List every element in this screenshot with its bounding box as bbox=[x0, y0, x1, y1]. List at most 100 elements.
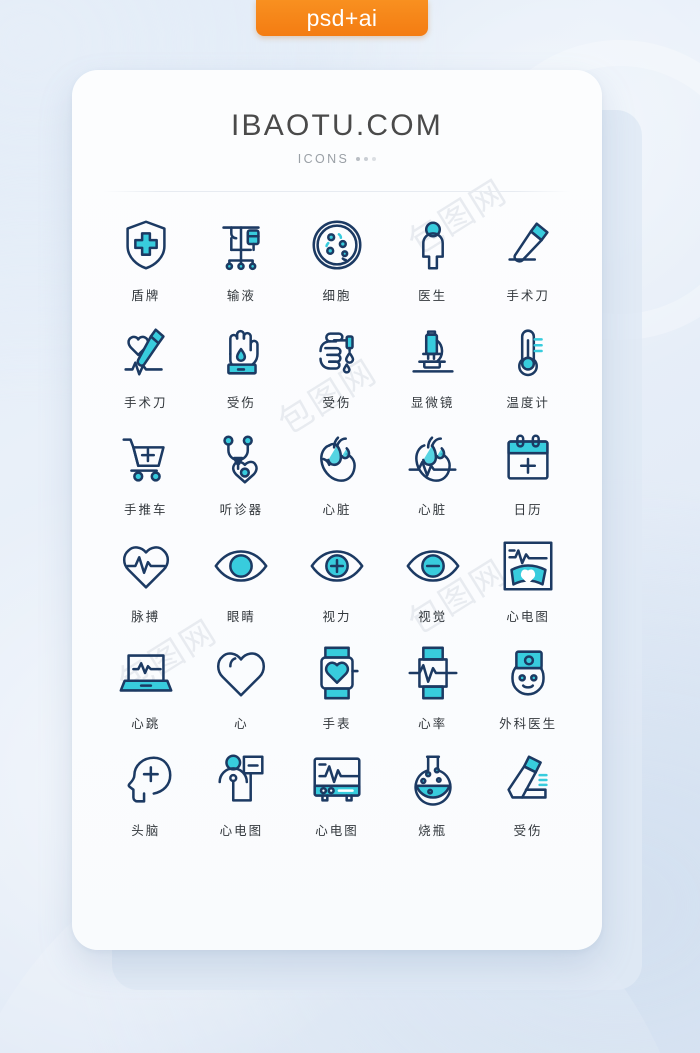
bandaged-hand-icon bbox=[210, 321, 272, 383]
icon-cell-heart-organ-2[interactable]: 心脏 bbox=[385, 428, 481, 518]
icon-cell-cart[interactable]: 手推车 bbox=[98, 428, 194, 518]
icon-label: 心电图 bbox=[506, 609, 550, 624]
icon-label: 心率 bbox=[418, 716, 448, 731]
icon-cell-surgeon[interactable]: 外科医生 bbox=[480, 642, 576, 732]
head-plus-icon bbox=[115, 749, 177, 811]
page-subtitle: ICONS bbox=[297, 152, 350, 166]
icon-label: 听诊器 bbox=[219, 502, 264, 517]
icon-cell-vision-plus[interactable]: 视力 bbox=[289, 535, 385, 625]
stethoscope-heart-icon bbox=[210, 428, 272, 490]
dot-icon bbox=[372, 157, 377, 161]
icon-cell-pulse[interactable]: 脉搏 bbox=[98, 535, 194, 625]
icon-cell-cell[interactable]: 细胞 bbox=[289, 214, 385, 304]
icon-cell-microscope[interactable]: 显微镜 bbox=[385, 321, 481, 411]
icon-label: 烧瓶 bbox=[418, 823, 448, 838]
heart-outline-icon bbox=[210, 642, 272, 704]
page-title: IBAOTU.COM bbox=[230, 109, 443, 142]
thermometer-icon bbox=[497, 321, 559, 383]
heart-organ-icon bbox=[306, 428, 368, 490]
eye-icon bbox=[210, 535, 272, 597]
format-badge-label: psd+ai bbox=[306, 4, 378, 31]
icon-cell-heart[interactable]: 心 bbox=[194, 642, 290, 732]
iv-drip-stand-icon bbox=[210, 214, 272, 276]
shopping-cart-plus-icon bbox=[115, 428, 177, 490]
laptop-ecg-icon bbox=[115, 642, 177, 704]
icon-label: 视觉 bbox=[418, 609, 448, 624]
header-divider bbox=[104, 191, 570, 192]
icon-label: 手术刀 bbox=[506, 288, 550, 303]
icon-cell-eye[interactable]: 眼睛 bbox=[194, 535, 290, 625]
icon-label: 心电图 bbox=[219, 823, 264, 838]
icon-label: 心跳 bbox=[131, 716, 161, 731]
icon-label: 手表 bbox=[322, 716, 352, 731]
icon-cell-watch[interactable]: 手表 bbox=[289, 642, 385, 732]
icon-label: 日历 bbox=[513, 502, 543, 517]
icon-cell-heart-organ-1[interactable]: 心脏 bbox=[289, 428, 385, 518]
icon-label: 盾牌 bbox=[131, 288, 161, 303]
calendar-plus-icon bbox=[497, 428, 559, 490]
icon-label: 心脏 bbox=[418, 502, 448, 517]
icon-label: 受伤 bbox=[226, 395, 256, 410]
icon-cell-heart-rate[interactable]: 心率 bbox=[385, 642, 481, 732]
heart-pulse-icon bbox=[115, 535, 177, 597]
eye-plus-icon bbox=[306, 535, 368, 597]
patient-monitor-icon bbox=[210, 749, 272, 811]
icon-label: 细胞 bbox=[322, 288, 352, 303]
surgeon-face-icon bbox=[497, 642, 559, 704]
microscope-icon bbox=[402, 321, 464, 383]
icon-cell-scalpel[interactable]: 手术刀 bbox=[480, 214, 576, 304]
round-flask-icon bbox=[402, 749, 464, 811]
icon-label: 温度计 bbox=[506, 395, 550, 410]
icon-cell-calendar[interactable]: 日历 bbox=[480, 428, 576, 518]
icon-label: 头脑 bbox=[131, 823, 161, 838]
icon-label: 输液 bbox=[226, 288, 256, 303]
ecg-machine-icon bbox=[306, 749, 368, 811]
person-doctor-icon bbox=[402, 214, 464, 276]
bleeding-finger-icon bbox=[306, 321, 368, 383]
icon-cell-scalpel-heart[interactable]: 手术刀 bbox=[98, 321, 194, 411]
icon-cell-hand-injury[interactable]: 受伤 bbox=[194, 321, 290, 411]
icon-label: 手推车 bbox=[124, 502, 168, 517]
inhaler-icon bbox=[497, 749, 559, 811]
dot-icon bbox=[356, 157, 361, 161]
format-badge: psd+ai bbox=[256, 0, 428, 36]
icon-cell-stethoscope[interactable]: 听诊器 bbox=[194, 428, 290, 518]
icon-label: 视力 bbox=[322, 609, 352, 624]
icon-cell-shield[interactable]: 盾牌 bbox=[98, 214, 194, 304]
icon-cell-brain[interactable]: 头脑 bbox=[98, 749, 194, 839]
scalpel-heart-ecg-icon bbox=[115, 321, 177, 383]
subtitle-row: ICONS bbox=[72, 152, 602, 166]
icon-label: 医生 bbox=[418, 288, 448, 303]
card-header: IBAOTU.COM ICONS bbox=[72, 70, 602, 192]
icon-label: 脉搏 bbox=[131, 609, 161, 624]
icon-cell-heartbeat-pc[interactable]: 心跳 bbox=[98, 642, 194, 732]
ecg-chart-heart-icon bbox=[497, 535, 559, 597]
icon-label: 手术刀 bbox=[124, 395, 168, 410]
icon-cell-ecg-patient[interactable]: 心电图 bbox=[194, 749, 290, 839]
cell-petri-icon bbox=[306, 214, 368, 276]
smartwatch-heart-icon bbox=[306, 642, 368, 704]
icon-cell-iv-drip[interactable]: 输液 bbox=[194, 214, 290, 304]
icon-label: 心 bbox=[234, 716, 249, 731]
icon-cell-doctor[interactable]: 医生 bbox=[385, 214, 481, 304]
icon-cell-thermometer[interactable]: 温度计 bbox=[480, 321, 576, 411]
icon-label: 外科医生 bbox=[499, 716, 558, 731]
smartwatch-ecg-icon bbox=[402, 642, 464, 704]
icon-cell-finger-injury[interactable]: 受伤 bbox=[289, 321, 385, 411]
icon-cell-vision-minus[interactable]: 视觉 bbox=[385, 535, 481, 625]
icon-cell-ecg-monitor[interactable]: 心电图 bbox=[289, 749, 385, 839]
heart-organ-ecg-icon bbox=[402, 428, 464, 490]
icon-cell-inhaler[interactable]: 受伤 bbox=[480, 749, 576, 839]
icon-set-card: IBAOTU.COM ICONS 包图网 包图网 包图网 包图网 盾牌 输液 细胞医… bbox=[72, 70, 602, 950]
scalpel-icon bbox=[497, 214, 559, 276]
icon-label: 受伤 bbox=[513, 823, 543, 838]
icon-label: 眼睛 bbox=[226, 609, 256, 624]
dots-decoration bbox=[356, 157, 377, 161]
icon-grid: 盾牌 输液 细胞 医生 手术刀 手术刀 受伤 受伤 显微镜 温度计 手推车 听诊器 心脏 心脏 日历 脉搏 眼睛… bbox=[72, 214, 602, 839]
icon-cell-flask[interactable]: 烧瓶 bbox=[385, 749, 481, 839]
icon-cell-ecg-chart[interactable]: 心电图 bbox=[480, 535, 576, 625]
icon-label: 心电图 bbox=[315, 823, 359, 838]
icon-label: 受伤 bbox=[322, 395, 352, 410]
icon-label: 心脏 bbox=[322, 502, 352, 517]
icon-label: 显微镜 bbox=[410, 395, 455, 410]
